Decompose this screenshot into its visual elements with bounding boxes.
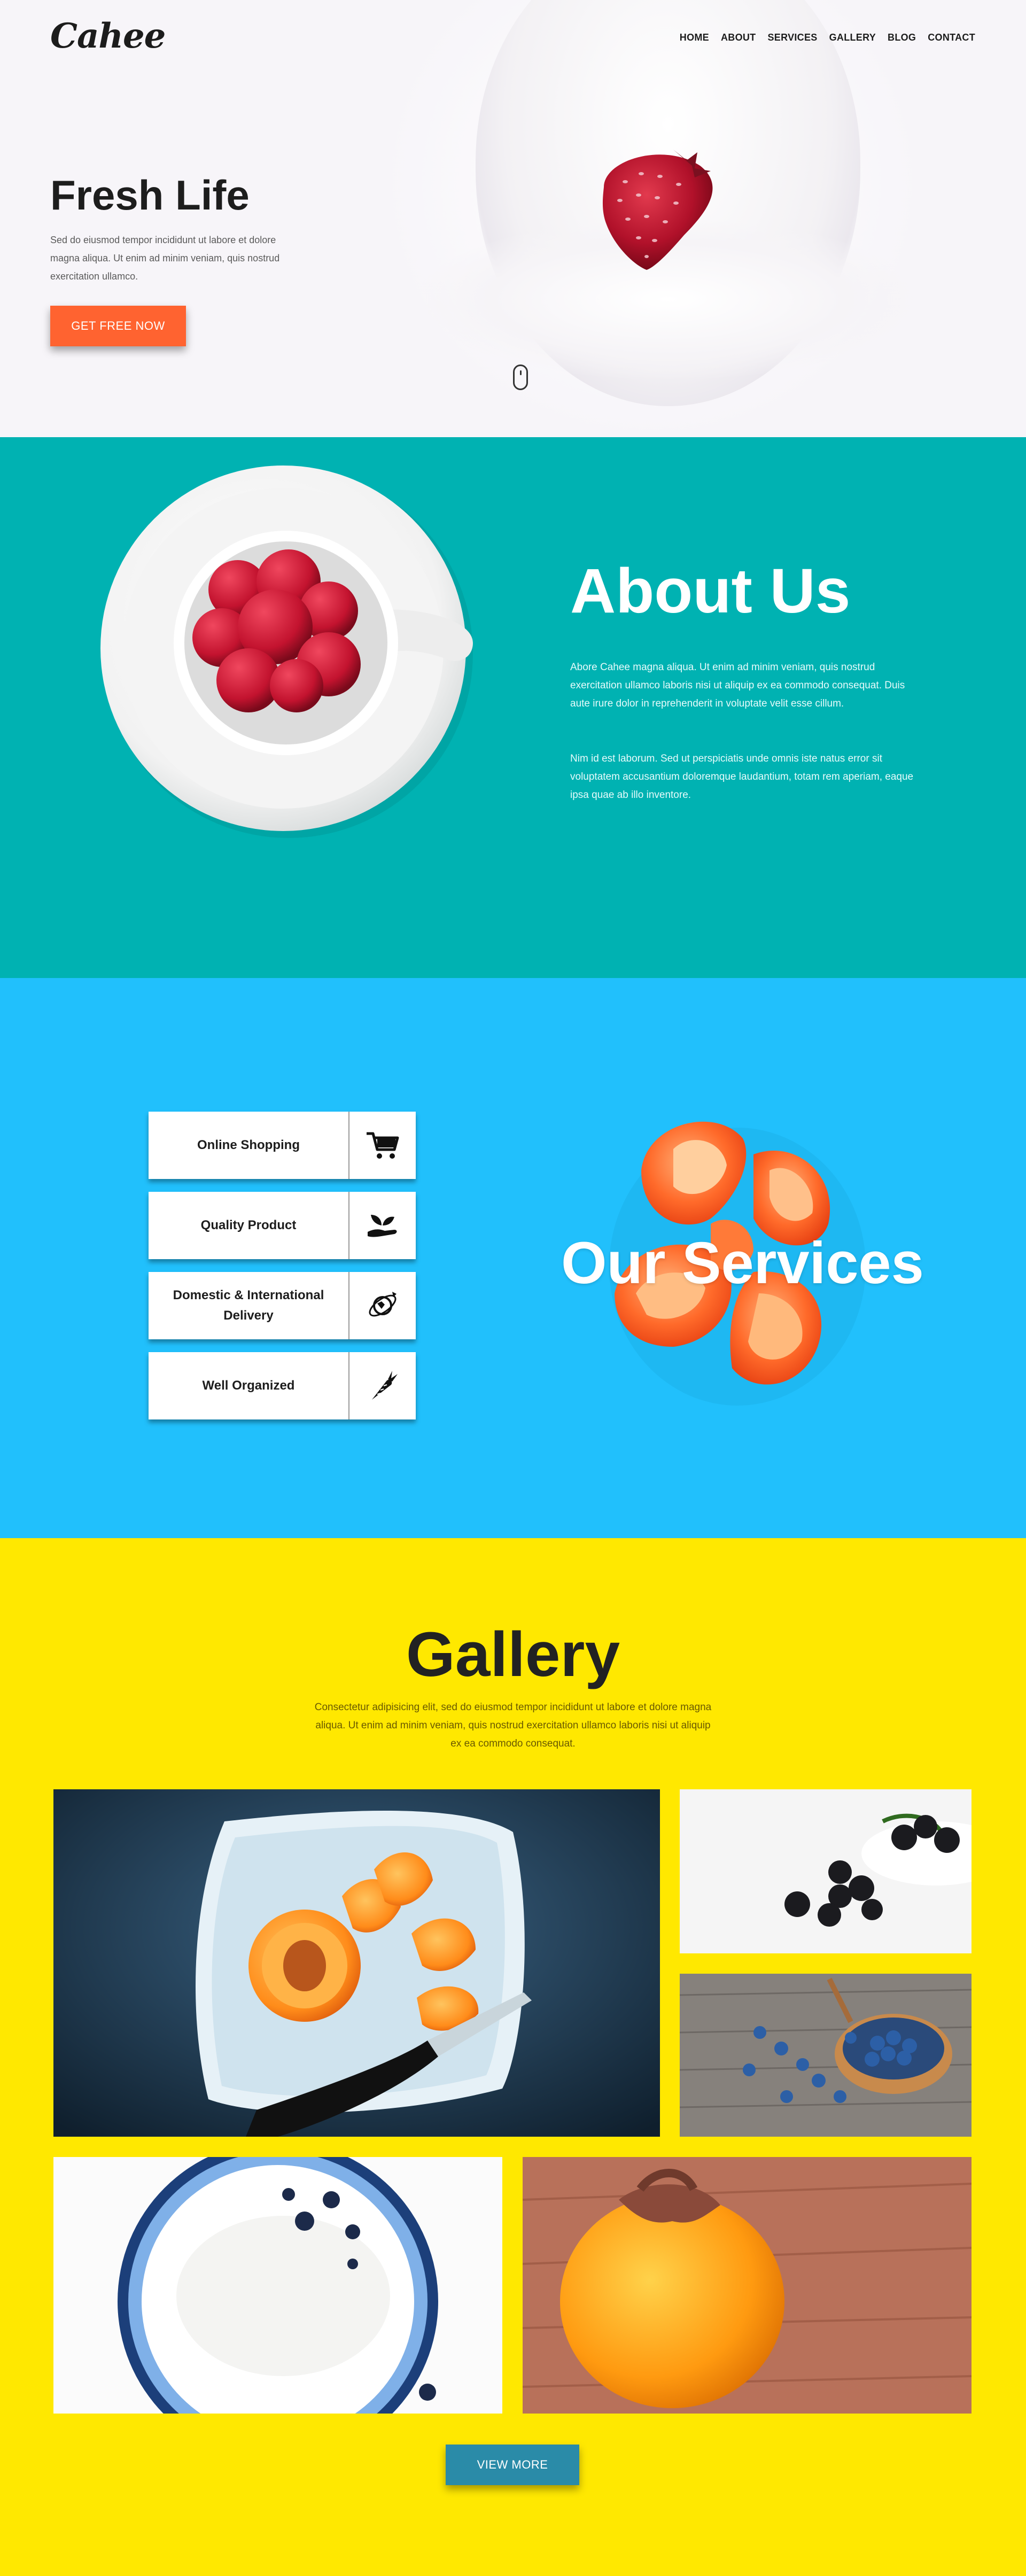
strawberry-image (602, 150, 713, 270)
nav-services[interactable]: SERVICES (767, 32, 817, 43)
gallery-photo-peach[interactable] (53, 1789, 660, 2137)
cart-icon (348, 1112, 416, 1179)
site-logo[interactable]: Cahee (50, 16, 166, 56)
nav-contact[interactable]: CONTACT (928, 32, 975, 43)
gallery-section: Gallery Consectetur adipisicing elit, se… (0, 1538, 1026, 2576)
gallery-photo-persimmon[interactable] (523, 2157, 971, 2414)
service-label: Domestic & International Delivery (173, 1288, 324, 1323)
nav-home[interactable]: HOME (680, 32, 709, 43)
hero-section: Cahee HOME ABOUT SERVICES GALLERY BLOG C… (0, 0, 1026, 437)
hand-plant-icon (348, 1192, 416, 1259)
carrot-icon (348, 1352, 416, 1419)
nav-about[interactable]: ABOUT (721, 32, 756, 43)
service-label: Well Organized (202, 1378, 295, 1393)
service-item-quality-product[interactable]: Quality Product (149, 1192, 416, 1259)
get-free-now-button[interactable]: GET FREE NOW (50, 306, 186, 346)
service-label: Quality Product (200, 1218, 297, 1232)
raspberry-cup-image (100, 465, 473, 838)
about-paragraph-2: Nim id est laborum. Sed ut perspiciatis … (570, 753, 914, 801)
services-title: Our Services (561, 1230, 924, 1296)
gallery-text: Consectetur adipisicing elit, sed do eiu… (314, 1702, 712, 1749)
service-item-online-shopping[interactable]: Online Shopping (149, 1112, 416, 1179)
service-item-delivery[interactable]: Domestic & International Delivery (149, 1272, 416, 1339)
service-item-well-organized[interactable]: Well Organized (149, 1352, 416, 1419)
hero-title: Fresh Life (50, 172, 250, 219)
gallery-photo-blueberries[interactable] (680, 1974, 971, 2137)
globe-delivery-icon (348, 1272, 416, 1339)
about-title: About Us (570, 556, 851, 626)
main-nav: HOME ABOUT SERVICES GALLERY BLOG CONTACT (680, 32, 975, 43)
nav-gallery[interactable]: GALLERY (829, 32, 876, 43)
gallery-photo-yogurt[interactable] (53, 2157, 502, 2414)
nav-blog[interactable]: BLOG (888, 32, 916, 43)
view-more-button[interactable]: VIEW MORE (446, 2445, 579, 2485)
about-paragraph-1: Abore Cahee magna aliqua. Ut enim ad min… (570, 662, 905, 709)
gallery-title: Gallery (406, 1619, 620, 1690)
scroll-mouse-icon[interactable] (513, 364, 528, 390)
gallery-photo-blackberries[interactable] (680, 1789, 971, 1953)
hero-text: Sed do eiusmod tempor incididunt ut labo… (50, 235, 280, 282)
services-section: Online Shopping Quality Product Domestic… (0, 978, 1026, 1538)
about-section: About Us Abore Cahee magna aliqua. Ut en… (0, 437, 1026, 978)
service-label: Online Shopping (197, 1138, 300, 1152)
